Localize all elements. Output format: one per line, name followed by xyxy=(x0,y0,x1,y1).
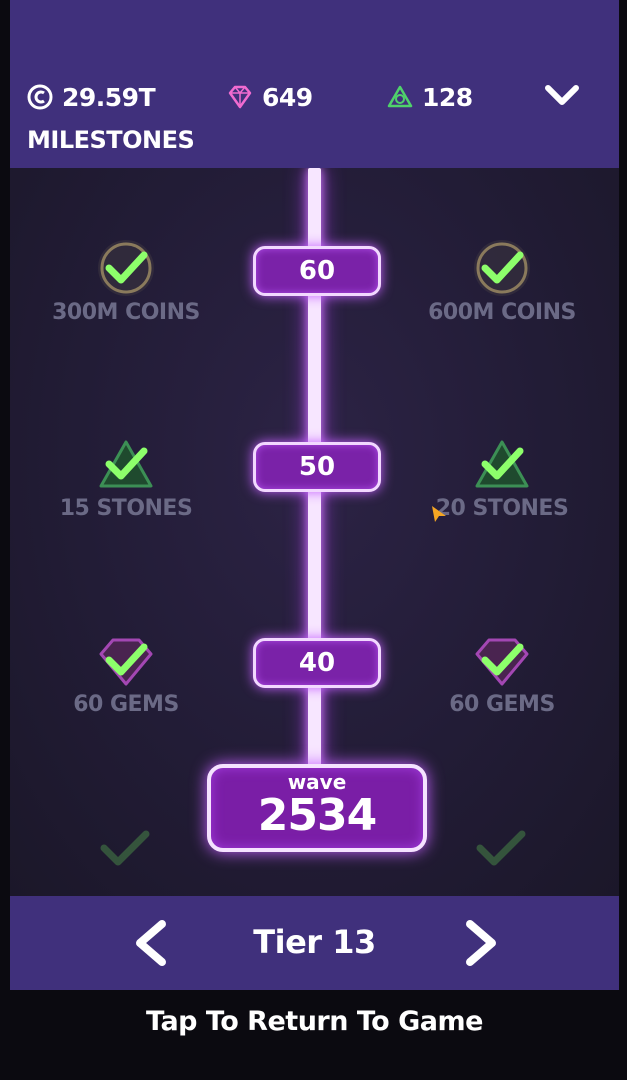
tier-label: Tier 13 xyxy=(253,923,376,961)
reward-label: 15 STONES xyxy=(59,496,193,521)
gems-counter: 649 xyxy=(226,80,313,114)
coin-icon xyxy=(27,84,53,110)
reward-600m-coins[interactable]: 600M COINS xyxy=(402,232,602,325)
reward-60-gems-right[interactable]: 60 GEMS xyxy=(402,624,602,717)
reward-label: 600M COINS xyxy=(428,300,576,325)
collapse-chevron-icon[interactable] xyxy=(540,80,584,112)
gem-icon xyxy=(228,85,252,109)
wave-value: 2534 xyxy=(257,790,377,841)
gem-check-icon xyxy=(475,638,529,686)
tier-navigation: Tier 13 xyxy=(10,896,619,990)
tier-marker-60: 60 xyxy=(253,246,381,296)
stone-icon xyxy=(387,85,413,108)
reward-60-gems-left[interactable]: 60 GEMS xyxy=(26,624,226,717)
coins-value: 29.59T xyxy=(62,82,156,112)
wave-label: wave xyxy=(287,770,347,794)
current-wave-badge: wave 2534 xyxy=(207,764,427,852)
header-bar: 29.59T 649 128 MILESTONES xyxy=(10,0,619,168)
stone-check-icon xyxy=(99,440,153,488)
coin-check-icon xyxy=(474,240,530,296)
page-title: MILESTONES xyxy=(27,126,195,154)
previous-tier-arrow-icon[interactable] xyxy=(126,918,176,968)
reward-label: 300M COINS xyxy=(52,300,200,325)
reward-15-stones[interactable]: 15 STONES xyxy=(26,428,226,521)
faded-check-icon xyxy=(476,830,526,866)
stone-check-icon xyxy=(475,440,529,488)
milestones-track[interactable]: 60 50 40 300M COINS 600M COINS 15 STONES… xyxy=(10,168,619,896)
reward-label: 60 GEMS xyxy=(73,692,179,717)
faded-check-icon xyxy=(100,830,150,866)
pointer-cursor-icon xyxy=(432,506,446,522)
coin-check-icon xyxy=(98,240,154,296)
reward-300m-coins[interactable]: 300M COINS xyxy=(26,232,226,325)
coins-counter: 29.59T xyxy=(26,80,156,114)
stones-value: 128 xyxy=(422,82,473,112)
game-frame: 29.59T 649 128 MILESTONES 60 50 40 300M … xyxy=(10,0,619,1080)
tier-marker-50: 50 xyxy=(253,442,381,492)
tier-marker-40: 40 xyxy=(253,638,381,688)
gem-check-icon xyxy=(99,638,153,686)
next-tier-arrow-icon[interactable] xyxy=(456,918,506,968)
reward-label: 60 GEMS xyxy=(449,692,555,717)
stones-counter: 128 xyxy=(386,80,473,114)
gems-value: 649 xyxy=(262,82,313,112)
return-to-game-button[interactable]: Tap To Return To Game xyxy=(10,1006,619,1037)
